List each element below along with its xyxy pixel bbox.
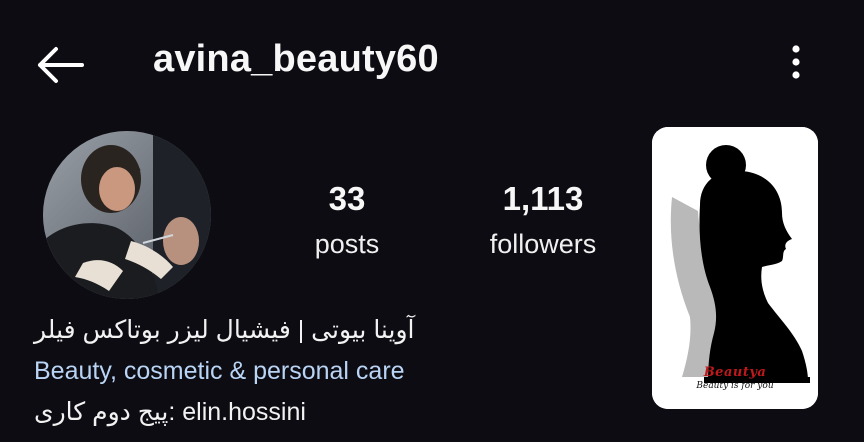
posts-count-stat[interactable]: 33 posts bbox=[300, 180, 394, 262]
posts-label: posts bbox=[314, 229, 380, 259]
back-button[interactable] bbox=[30, 40, 88, 90]
arrow-left-icon bbox=[38, 47, 84, 83]
posts-count: 33 bbox=[328, 180, 366, 217]
brand-name: Beautya bbox=[703, 365, 767, 380]
story-highlight[interactable]: Beautya Beauty is for you bbox=[652, 127, 818, 409]
avatar-photo bbox=[43, 131, 211, 299]
brand-tagline: Beauty is for you bbox=[696, 381, 774, 391]
profile-username: avina_beauty60 bbox=[153, 38, 439, 80]
followers-label: followers bbox=[489, 229, 597, 259]
more-options-button[interactable] bbox=[780, 42, 812, 86]
followers-count: 1,113 bbox=[502, 180, 584, 217]
bio-line-1: آوینا بیوتی | فیشیال لیزر بوتاکس فیلر bbox=[34, 316, 415, 344]
bio-line-3[interactable]: پیج دوم کاری: elin.hossini bbox=[34, 397, 306, 427]
more-vertical-icon bbox=[792, 45, 800, 79]
followers-count-stat[interactable]: 1,113 followers bbox=[470, 180, 616, 262]
profile-category: Beauty, cosmetic & personal care bbox=[34, 357, 405, 385]
profile-avatar[interactable] bbox=[43, 131, 211, 299]
top-bar: avina_beauty60 bbox=[0, 0, 864, 120]
